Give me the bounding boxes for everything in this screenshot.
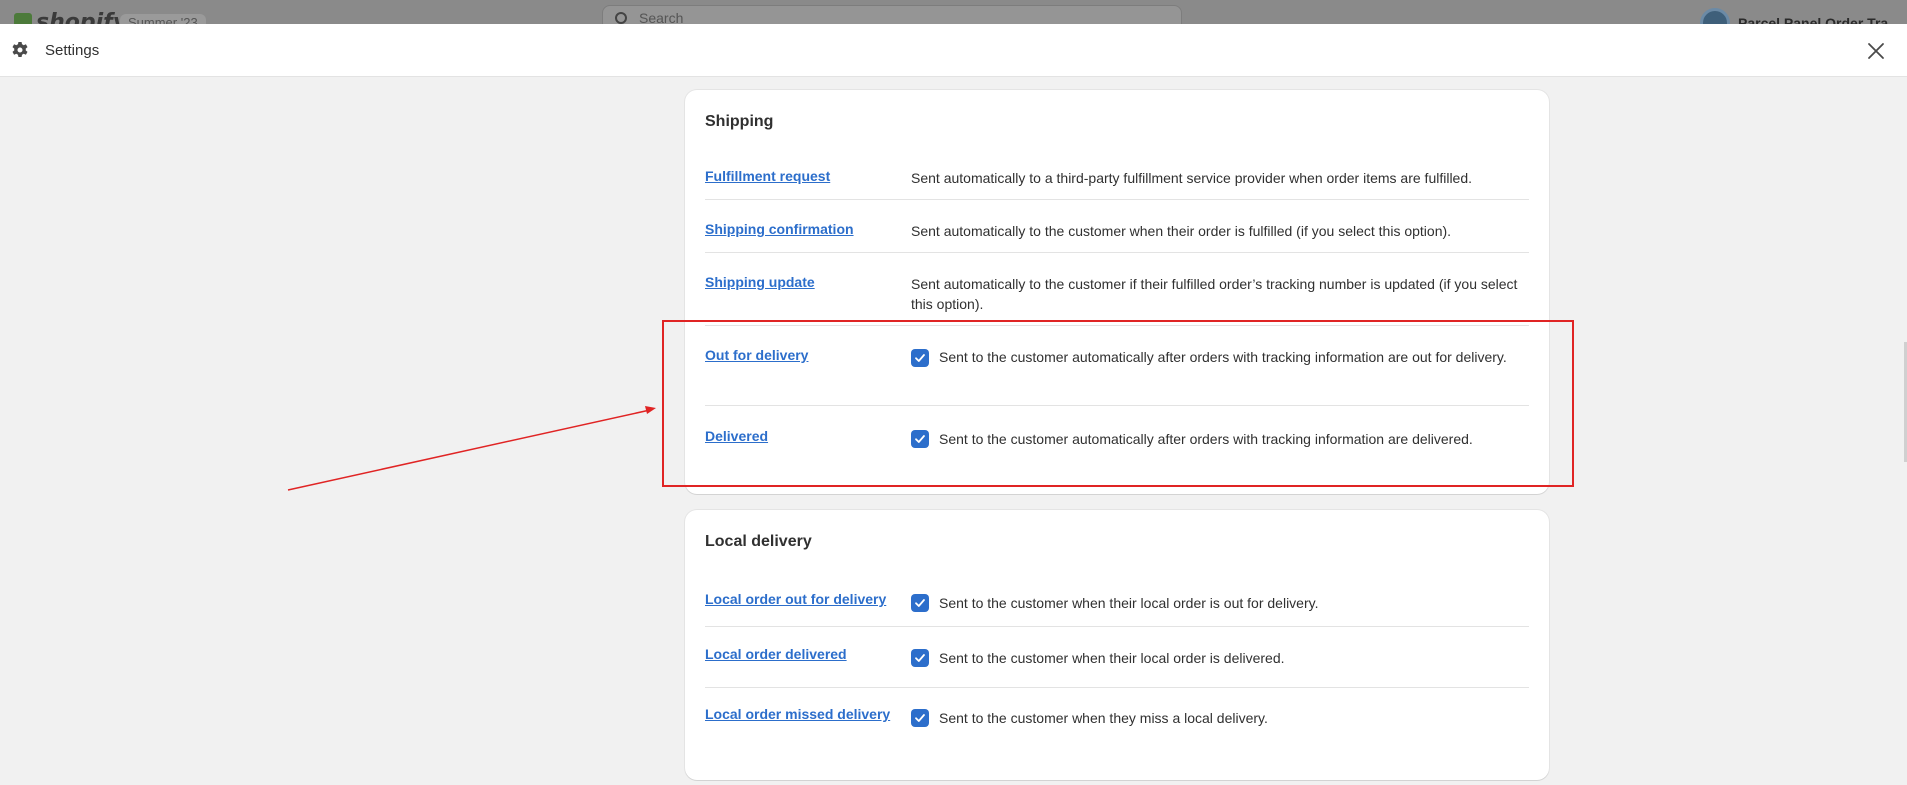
close-icon <box>1868 43 1884 59</box>
search-input[interactable]: Search <box>602 5 1182 24</box>
local-order-missed-delivery-description: Sent to the customer when they miss a lo… <box>939 710 1268 726</box>
notification-row-fulfillment-request: Fulfillment request Sent automatically t… <box>705 150 1529 200</box>
local-delivery-card: Local delivery Local order out for deliv… <box>685 510 1549 780</box>
local-order-missed-delivery-checkbox[interactable] <box>911 709 929 727</box>
local-order-out-for-delivery-description: Sent to the customer when their local or… <box>939 595 1319 611</box>
local-order-missed-delivery-link[interactable]: Local order missed delivery <box>705 706 890 722</box>
shipping-confirmation-link[interactable]: Shipping confirmation <box>705 221 854 237</box>
shipping-update-description: Sent automatically to the customer if th… <box>911 276 1518 312</box>
modal-header: Settings <box>0 24 1907 77</box>
annotation-highlight-box <box>662 320 1574 487</box>
shopify-topbar: shopify Summer '23 Search Parcel Panel O… <box>0 0 1907 24</box>
checkmark-icon <box>915 714 925 722</box>
shipping-update-link[interactable]: Shipping update <box>705 274 815 290</box>
fulfillment-request-link[interactable]: Fulfillment request <box>705 168 830 184</box>
store-switcher[interactable]: Parcel Panel Order Tra <box>1700 8 1888 24</box>
local-order-out-for-delivery-checkbox[interactable] <box>911 594 929 612</box>
local-order-delivered-checkbox[interactable] <box>911 649 929 667</box>
local-order-delivered-description: Sent to the customer when their local or… <box>939 650 1285 666</box>
shopify-bag-icon <box>14 12 32 24</box>
notification-row-local-order-delivered: Local order delivered Sent to the custom… <box>705 627 1529 688</box>
notification-row-shipping-confirmation: Shipping confirmation Sent automatically… <box>705 200 1529 253</box>
local-order-delivered-link[interactable]: Local order delivered <box>705 646 847 662</box>
fulfillment-request-description: Sent automatically to a third-party fulf… <box>911 170 1473 186</box>
gear-icon <box>12 42 28 57</box>
local-delivery-section-title: Local delivery <box>705 533 812 550</box>
modal-title: Settings <box>45 42 100 59</box>
store-avatar <box>1700 8 1730 24</box>
checkmark-icon <box>915 654 925 662</box>
checkmark-icon <box>915 599 925 607</box>
shipping-confirmation-description: Sent automatically to the customer when … <box>911 223 1452 239</box>
edition-badge: Summer '23 <box>120 14 206 24</box>
shipping-section-title: Shipping <box>705 113 774 130</box>
shopify-logo: shopify <box>14 10 127 24</box>
search-icon <box>615 12 627 24</box>
notification-row-local-order-missed-delivery: Local order missed delivery Sent to the … <box>705 688 1529 758</box>
notification-row-local-order-out-for-delivery: Local order out for delivery Sent to the… <box>705 572 1529 627</box>
close-button[interactable] <box>1861 36 1891 66</box>
local-order-out-for-delivery-link[interactable]: Local order out for delivery <box>705 591 886 607</box>
notification-row-shipping-update: Shipping update Sent automatically to th… <box>705 253 1529 326</box>
